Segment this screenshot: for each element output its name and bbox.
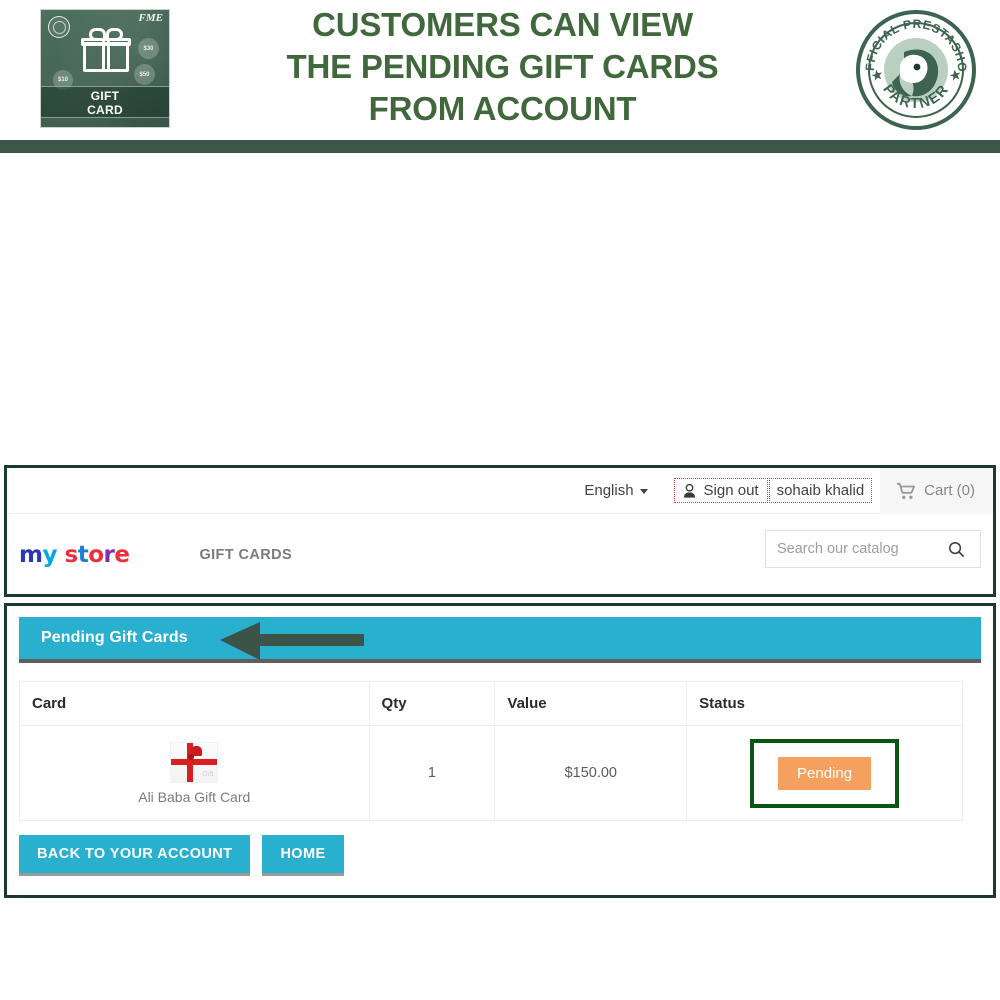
language-selector[interactable]: English [584,482,648,499]
logo-char-2: y [42,542,57,568]
cell-status: Pending [687,726,963,821]
gift-card-caption-line1: GIFT [90,89,120,103]
table-head: Card Qty Value Status [19,681,963,726]
banner-headline-line-1: CUSTOMERS CAN VIEW [312,6,693,43]
language-label: English [584,482,634,499]
gift-cards-table: Card Qty Value Status Gift Ali Baba Gift… [19,681,963,821]
coin-30: $30 [138,38,159,59]
customer-name-link[interactable]: sohaib khalid [768,478,873,503]
promo-banner: FME $30 $50 $10 GIFT CARD CUSTOMERS CAN … [0,0,1000,140]
cart-label: Cart (0) [924,482,975,499]
store-header: English Sign out sohaib khalid Cart (0) … [4,465,996,597]
home-button[interactable]: HOME [262,835,344,876]
seal-icon [48,16,70,38]
nav-item-gift-cards[interactable]: GIFT CARDS [199,547,292,563]
store-logo[interactable]: my store [19,542,130,568]
search-icon[interactable] [944,537,968,561]
gift-box-icon [81,28,131,72]
banner-divider-band [0,140,1000,153]
gift-card-name: Ali Baba Gift Card [138,788,251,805]
logo-char-7: e [114,542,130,568]
gift-card-caption: GIFT CARD [41,86,169,118]
column-header-status: Status [686,681,963,726]
sign-out-link[interactable]: Sign out [673,478,768,503]
user-icon [683,483,695,498]
table-body: Gift Ali Baba Gift Card 1 $150.00 Pendin… [19,725,963,821]
status-highlight-annotation: Pending [750,738,900,808]
banner-headline: CUSTOMERS CAN VIEW THE PENDING GIFT CARD… [200,4,805,130]
column-header-value: Value [494,681,688,726]
back-to-your-account-button[interactable]: BACK TO YOUR ACCOUNT [19,835,251,876]
column-header-qty: Qty [369,681,496,726]
store-top-nav: English Sign out sohaib khalid Cart (0) [7,467,993,514]
panel-title-bar: Pending Gift Cards [19,617,981,663]
panel-action-buttons: BACK TO YOUR ACCOUNT HOME [19,835,993,876]
official-prestashop-partner-badge: OFFICIAL PRESTASHOP PARTNER [854,8,978,132]
cart-icon [897,482,916,499]
search-input[interactable] [766,540,944,558]
banner-headline-line-2: THE PENDING GIFT CARDS [286,48,719,85]
table-row: Gift Ali Baba Gift Card 1 $150.00 Pendin… [19,725,963,821]
chevron-down-icon [639,489,648,494]
cart-button[interactable]: Cart (0) [880,467,993,514]
logo-char-6: r [103,542,115,568]
page-title: Pending Gift Cards [41,629,188,646]
cell-qty: 1 [369,725,496,821]
table-header-row: Card Qty Value Status [19,681,963,726]
pending-gift-cards-panel: Pending Gift Cards Card Qty Value Status [4,603,996,898]
store-header-main: my store GIFT CARDS [7,514,993,596]
search-box[interactable] [765,530,981,568]
thumbnail-watermark: Gift [202,770,214,778]
cell-value: $150.00 [494,725,688,821]
coin-50: $50 [134,64,155,85]
logo-char-4: t [77,542,89,568]
gift-card-thumbnail-icon: Gift [170,741,219,783]
logo-char-3: s [64,542,78,568]
status-badge: Pending [778,756,872,790]
banner-headline-line-3: FROM ACCOUNT [368,90,637,127]
account-controls: Sign out sohaib khalid [673,478,873,503]
logo-char-1: m [19,542,43,568]
gift-card-caption-line2: CARD [87,103,123,117]
logo-char-5: o [88,542,104,568]
store-page: English Sign out sohaib khalid Cart (0) … [0,153,1000,1000]
cell-card: Gift Ali Baba Gift Card [19,725,370,821]
sign-out-label: Sign out [703,482,759,499]
gift-card-product-image: FME $30 $50 $10 GIFT CARD [40,9,170,128]
annotation-arrow-icon [220,622,364,660]
column-header-card: Card [19,681,370,726]
fme-brand-mark: FME [138,12,163,24]
